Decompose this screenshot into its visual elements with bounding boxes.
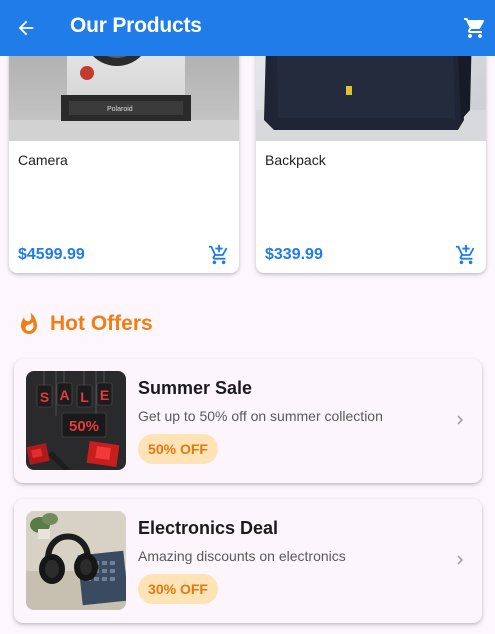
fire-icon bbox=[16, 311, 42, 337]
chevron-right-icon bbox=[450, 550, 470, 570]
product-price: $339.99 bbox=[265, 246, 323, 263]
headphones-image bbox=[26, 511, 126, 610]
page-title: Our Products bbox=[70, 14, 202, 37]
shopping-cart-icon[interactable] bbox=[461, 14, 489, 42]
app-bar: Our Products bbox=[0, 0, 495, 56]
arrow-back-icon[interactable] bbox=[12, 14, 40, 42]
sale-letter: E bbox=[100, 387, 109, 403]
add-to-cart-icon[interactable] bbox=[454, 243, 478, 267]
sale-letter: L bbox=[80, 389, 89, 405]
offer-card-summer-sale[interactable]: S A L E 50% Summer Sale Get up to 50% of… bbox=[14, 359, 482, 483]
offer-description: Amazing discounts on electronics bbox=[138, 548, 346, 564]
offer-title: Electronics Deal bbox=[138, 518, 279, 538]
hot-offers-heading: Hot Offers bbox=[16, 308, 153, 340]
discount-badge: 30% OFF bbox=[138, 574, 218, 604]
product-price: $4599.99 bbox=[18, 246, 85, 263]
camera-brand-text: Polaroid bbox=[107, 106, 133, 113]
sale-percent: 50% bbox=[69, 418, 99, 435]
discount-badge: 50% OFF bbox=[138, 434, 218, 464]
chevron-right-icon bbox=[450, 410, 470, 430]
offer-card-electronics-deal[interactable]: Electronics Deal Amazing discounts on el… bbox=[14, 499, 482, 623]
app-screen: Polaroid Camera $4599.99 Backpack $339.9… bbox=[0, 0, 495, 634]
sale-letter: A bbox=[59, 387, 69, 403]
offer-description: Get up to 50% off on summer collection bbox=[138, 408, 383, 424]
product-name: Camera bbox=[18, 152, 68, 168]
sale-letter: S bbox=[40, 389, 49, 405]
hot-offers-title: Hot Offers bbox=[50, 312, 153, 335]
sale-tags-image: S A L E 50% bbox=[26, 371, 126, 470]
product-name: Backpack bbox=[265, 152, 326, 168]
add-to-cart-icon[interactable] bbox=[207, 243, 231, 267]
offer-title: Summer Sale bbox=[138, 378, 253, 398]
